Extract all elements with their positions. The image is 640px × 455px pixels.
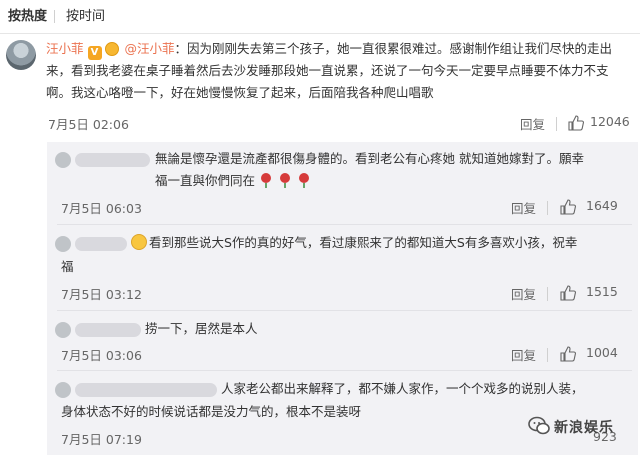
- reply-divider: [57, 370, 632, 371]
- colon: ：: [174, 41, 188, 56]
- reply-divider: [57, 310, 632, 311]
- thumbs-up-icon[interactable]: [560, 346, 576, 362]
- reply-text-continued: 身体状态不好的时候说话都是没力气的，根本不是装呀: [61, 404, 362, 419]
- blurred-username: [75, 383, 217, 397]
- main-comment-meta: 7月5日 02:06 回复 12046: [0, 114, 640, 134]
- medal-icon: [104, 42, 119, 56]
- mention-link[interactable]: @汪小菲: [125, 41, 175, 56]
- watermark-text: 新浪娱乐: [554, 420, 614, 436]
- reply-text: 看到那些说大S作的真的好气，看过康熙来了的都知道大S有多喜欢小孩，祝幸: [131, 232, 635, 254]
- tab-separator: [54, 10, 55, 23]
- reply-meta: 7月5日 06:03 回复 1649: [47, 198, 638, 218]
- reply-text-line2: 福: [61, 256, 621, 278]
- reply-time: 7月5日 07:19: [61, 432, 142, 447]
- tabs-divider: [0, 33, 640, 34]
- tab-by-time[interactable]: 按时间: [66, 9, 105, 25]
- rose-icon: [277, 172, 293, 195]
- blurred-username: [75, 153, 150, 167]
- like-count: 1649: [586, 198, 618, 213]
- reply-text-line: 無論是懷孕還是流產都很傷身體的。看到老公有心疼她 就知道她嫁對了。願幸: [155, 151, 584, 166]
- reply-button[interactable]: 回复: [511, 345, 536, 364]
- reply-avatar[interactable]: [55, 152, 71, 168]
- sort-tabs: 按热度 按时间: [0, 0, 640, 34]
- reply-divider: [57, 224, 632, 225]
- reply-button[interactable]: 回复: [520, 114, 545, 133]
- reply-button[interactable]: 回复: [511, 284, 536, 303]
- meta-separator: [547, 348, 548, 362]
- reply-avatar[interactable]: [55, 382, 71, 398]
- reply-meta: 7月5日 03:06 回复 1004: [47, 345, 638, 365]
- comment-time: 7月5日 02:06: [48, 117, 129, 132]
- meta-separator: [547, 287, 548, 301]
- reply-button[interactable]: 回复: [511, 198, 536, 217]
- like-count: 12046: [590, 114, 630, 129]
- reply-time: 7月5日 06:03: [61, 201, 142, 216]
- blurred-username: [75, 323, 141, 337]
- reply-text: 無論是懷孕還是流產都很傷身體的。看到老公有心疼她 就知道她嫁對了。願幸: [155, 148, 635, 170]
- reply-text: 捞一下，居然是本人: [145, 318, 625, 340]
- watermark: 新浪娱乐: [528, 414, 638, 438]
- thumbs-up-icon[interactable]: [568, 115, 584, 131]
- like-count: 1004: [586, 345, 618, 360]
- rose-icon: [296, 172, 312, 195]
- meta-separator: [556, 117, 557, 131]
- reply-avatar[interactable]: [55, 322, 71, 338]
- reply-text-line2: 福一直與你們同在: [155, 170, 635, 195]
- reply-time: 7月5日 03:06: [61, 348, 142, 363]
- reply-text-continued: 福: [61, 259, 74, 274]
- reply-text-line: 人家老公都出来解释了，都不嫌人家作，一个个戏多的说别人装，: [221, 381, 584, 396]
- reply-meta: 7月5日 03:12 回复 1515: [47, 284, 638, 304]
- reply-time: 7月5日 03:12: [61, 287, 142, 302]
- meta-separator: [547, 201, 548, 215]
- main-comment-text: 汪小菲 V @汪小菲：因为刚刚失去第三个孩子，她一直很累很难过。感谢制作组让我们尽快…: [46, 38, 632, 104]
- wechat-icon: [528, 416, 550, 435]
- like-count: 1515: [586, 284, 618, 299]
- rose-icon: [258, 172, 274, 195]
- avatar[interactable]: [6, 40, 36, 70]
- reply-text-line: 捞一下，居然是本人: [145, 321, 258, 336]
- replies-panel: 無論是懷孕還是流產都很傷身體的。看到老公有心疼她 就知道她嫁對了。願幸 福一直與…: [47, 142, 638, 455]
- reply-avatar[interactable]: [55, 236, 71, 252]
- username-link[interactable]: 汪小菲: [46, 41, 84, 56]
- thumbs-up-icon[interactable]: [560, 285, 576, 301]
- smiley-icon: [131, 234, 147, 250]
- tab-by-popularity[interactable]: 按热度: [8, 9, 47, 25]
- thumbs-up-icon[interactable]: [560, 199, 576, 215]
- blurred-username: [75, 237, 127, 251]
- reply-text-line: 看到那些说大S作的真的好气，看过康熙来了的都知道大S有多喜欢小孩，祝幸: [149, 235, 578, 250]
- reply-text-continued: 福一直與你們同在: [155, 173, 256, 188]
- reply-text: 人家老公都出来解释了，都不嫌人家作，一个个戏多的说别人装，: [221, 378, 635, 400]
- verified-icon: V: [87, 46, 102, 60]
